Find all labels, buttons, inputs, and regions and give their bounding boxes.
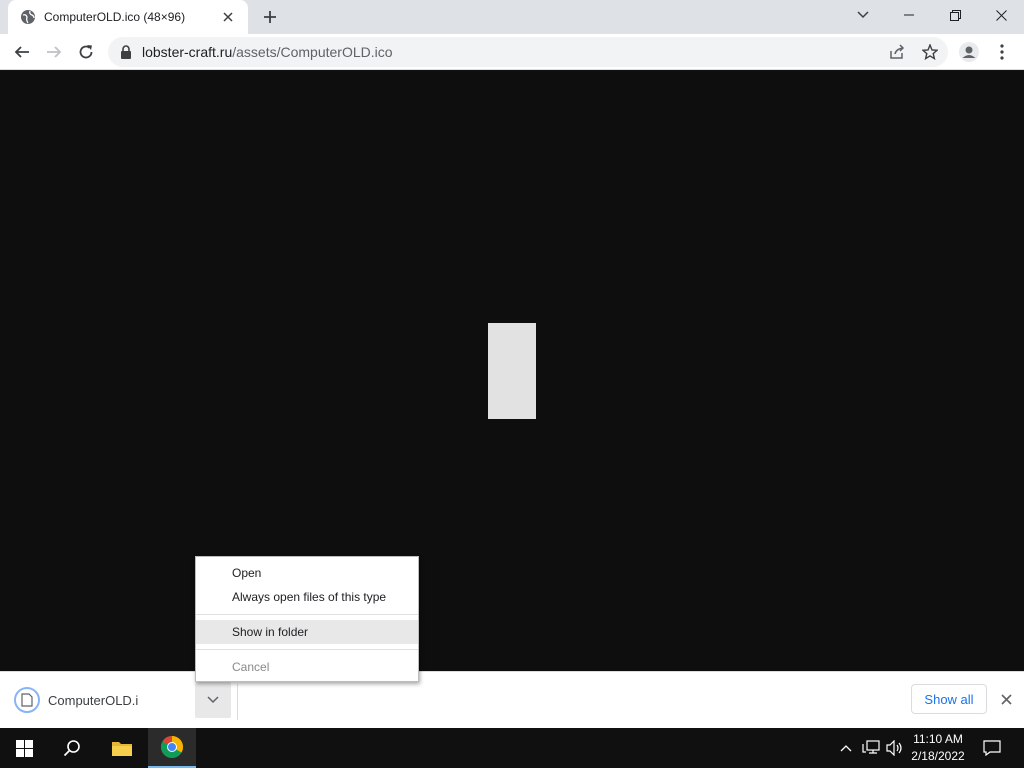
tab-title: ComputerOLD.ico (48×96) [44, 10, 186, 24]
browser-titlebar: ComputerOLD.ico (48×96) [0, 0, 1024, 34]
menu-separator [196, 649, 418, 650]
file-explorer-icon[interactable] [98, 728, 146, 768]
notification-icon[interactable] [982, 738, 1002, 758]
start-button[interactable] [0, 728, 48, 768]
back-button[interactable] [8, 38, 36, 66]
close-tab-icon[interactable] [218, 7, 238, 27]
browser-toolbar: lobster-craft.ru/assets/ComputerOLD.ico [0, 34, 1024, 70]
menu-item-show-in-folder[interactable]: Show in folder [196, 620, 418, 644]
file-icon [14, 687, 40, 713]
close-download-bar-icon[interactable] [996, 689, 1016, 709]
new-tab-button[interactable] [258, 5, 282, 29]
volume-icon[interactable] [885, 738, 905, 758]
url-host: lobster-craft.ru [142, 44, 233, 60]
page-content [0, 71, 1024, 671]
lock-icon[interactable] [118, 44, 134, 60]
address-bar[interactable]: lobster-craft.ru/assets/ComputerOLD.ico [108, 37, 948, 67]
url-text: lobster-craft.ru/assets/ComputerOLD.ico [142, 44, 393, 60]
reload-button[interactable] [72, 38, 100, 66]
network-icon[interactable] [861, 738, 881, 758]
ico-image [488, 323, 536, 419]
profile-avatar[interactable] [955, 38, 983, 66]
download-options-chevron-icon[interactable] [195, 682, 231, 718]
show-all-button[interactable]: Show all [911, 684, 987, 714]
download-context-menu: Open Always open files of this type Show… [195, 556, 419, 682]
download-bar: ComputerOLD.i Show all [0, 671, 1024, 728]
divider [237, 684, 238, 720]
browser-tab[interactable]: ComputerOLD.ico (48×96) [8, 0, 248, 34]
menu-item-open[interactable]: Open [196, 561, 418, 585]
windows-taskbar: 11:10 AM 2/18/2022 [0, 728, 1024, 768]
tab-search-chevron-icon[interactable] [840, 0, 886, 30]
restore-button[interactable] [932, 0, 978, 30]
chrome-taskbar-icon[interactable] [148, 728, 196, 768]
share-icon[interactable] [885, 40, 909, 64]
menu-separator [196, 614, 418, 615]
close-window-button[interactable] [978, 0, 1024, 30]
forward-button[interactable] [40, 38, 68, 66]
url-path: /assets/ComputerOLD.ico [232, 44, 393, 60]
menu-item-cancel[interactable]: Cancel [196, 655, 418, 679]
download-item[interactable]: ComputerOLD.i [14, 685, 138, 715]
clock-time: 11:10 AM [913, 732, 963, 746]
search-icon[interactable] [48, 728, 96, 768]
more-menu-icon[interactable] [988, 38, 1016, 66]
chevron-up-icon[interactable] [836, 738, 856, 758]
menu-item-always-open[interactable]: Always open files of this type [196, 585, 418, 609]
globe-icon [20, 9, 36, 25]
bookmark-star-icon[interactable] [918, 40, 942, 64]
download-file-name: ComputerOLD.i [48, 692, 139, 708]
system-clock[interactable]: 11:10 AM 2/18/2022 [906, 731, 970, 765]
minimize-button[interactable] [886, 0, 932, 30]
clock-date: 2/18/2022 [911, 749, 965, 763]
